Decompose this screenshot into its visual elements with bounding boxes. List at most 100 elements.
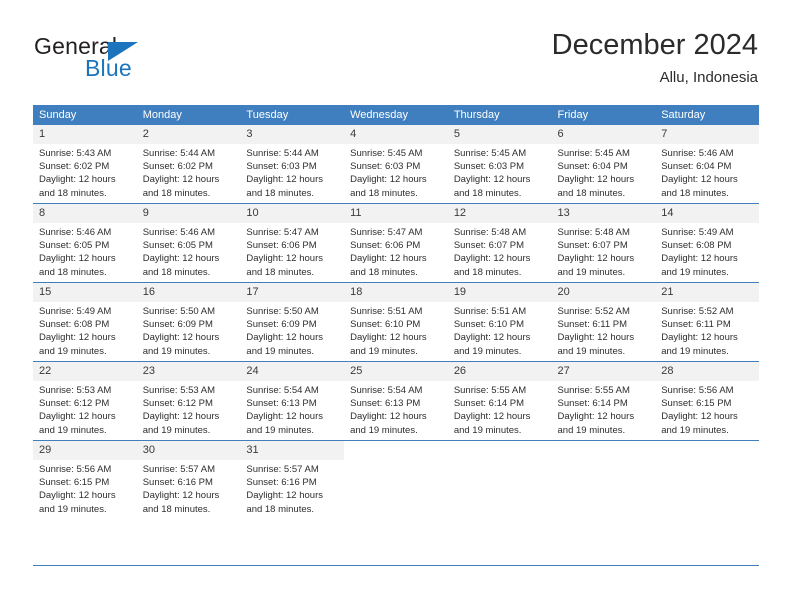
day-details: Sunrise: 5:55 AM Sunset: 6:14 PM Daylight:… bbox=[448, 381, 552, 437]
day-number: 15 bbox=[33, 283, 137, 302]
day-cell[interactable]: 1 Sunrise: 5:43 AM Sunset: 6:02 PM Daylight… bbox=[33, 125, 137, 204]
daylight-text-line1: Daylight: 12 hours bbox=[350, 174, 427, 186]
sunset-text: Sunset: 6:05 PM bbox=[142, 240, 213, 252]
calendar-body: 1 Sunrise: 5:43 AM Sunset: 6:02 PM Daylight… bbox=[33, 125, 759, 519]
sunrise-text: Sunrise: 5:51 AM bbox=[350, 306, 423, 317]
daylight-text-line1: Daylight: 12 hours bbox=[39, 411, 116, 423]
sunset-text: Sunset: 6:08 PM bbox=[661, 240, 732, 252]
day-cell[interactable]: 25 Sunrise: 5:54 AM Sunset: 6:13 PM Dayligh… bbox=[344, 361, 448, 441]
daylight-text-line1: Daylight: 12 hours bbox=[350, 253, 427, 265]
day-cell-content: 18 Sunrise: 5:51 AM Sunset: 6:10 PM Dayligh… bbox=[344, 283, 448, 361]
sunrise-text: Sunrise: 5:46 AM bbox=[39, 227, 112, 238]
day-cell[interactable]: 7 Sunrise: 5:46 AM Sunset: 6:04 PM Daylight… bbox=[655, 125, 759, 204]
day-details: Sunrise: 5:46 AM Sunset: 6:04 PM Daylight:… bbox=[655, 144, 759, 200]
day-cell[interactable]: 4 Sunrise: 5:45 AM Sunset: 6:03 PM Daylight… bbox=[344, 125, 448, 204]
day-cell-content: 3 Sunrise: 5:44 AM Sunset: 6:03 PM Daylight… bbox=[240, 125, 345, 203]
day-cell-content: 10 Sunrise: 5:47 AM Sunset: 6:06 PM Dayligh… bbox=[240, 204, 345, 282]
day-cell[interactable]: 2 Sunrise: 5:44 AM Sunset: 6:02 PM Daylight… bbox=[136, 125, 241, 204]
sunset-text: Sunset: 6:11 PM bbox=[557, 319, 628, 331]
day-cell[interactable]: 31 Sunrise: 5:57 AM Sunset: 6:16 PM Dayligh… bbox=[240, 440, 345, 519]
day-cell[interactable]: 30 Sunrise: 5:57 AM Sunset: 6:16 PM Dayligh… bbox=[136, 440, 241, 519]
general-blue-logo[interactable]: General Blue bbox=[34, 33, 254, 89]
day-cell[interactable]: 24 Sunrise: 5:54 AM Sunset: 6:13 PM Dayligh… bbox=[240, 361, 345, 441]
day-number: 24 bbox=[240, 362, 345, 381]
day-cell[interactable]: 17 Sunrise: 5:50 AM Sunset: 6:09 PM Dayligh… bbox=[240, 282, 345, 362]
day-number: 16 bbox=[136, 283, 241, 302]
sunset-text: Sunset: 6:07 PM bbox=[557, 240, 628, 252]
day-cell[interactable]: 6 Sunrise: 5:45 AM Sunset: 6:04 PM Daylight… bbox=[551, 125, 656, 204]
day-cell-content: 5 Sunrise: 5:45 AM Sunset: 6:03 PM Daylight… bbox=[447, 125, 552, 203]
day-details: Sunrise: 5:47 AM Sunset: 6:06 PM Daylight:… bbox=[240, 223, 344, 279]
daylight-text-line2: and 19 minutes. bbox=[453, 424, 522, 436]
day-cell-content: 14 Sunrise: 5:49 AM Sunset: 6:08 PM Dayligh… bbox=[655, 204, 759, 282]
day-cell[interactable]: 21 Sunrise: 5:52 AM Sunset: 6:11 PM Dayligh… bbox=[655, 282, 759, 362]
day-number: 13 bbox=[551, 204, 656, 223]
day-cell[interactable]: 8 Sunrise: 5:46 AM Sunset: 6:05 PM Daylight… bbox=[33, 203, 137, 283]
day-cell[interactable]: 15 Sunrise: 5:49 AM Sunset: 6:08 PM Dayligh… bbox=[33, 282, 137, 362]
day-cell[interactable]: 22 Sunrise: 5:53 AM Sunset: 6:12 PM Dayligh… bbox=[33, 361, 137, 441]
calendar-table: Sunday Monday Tuesday Wednesday Thursday… bbox=[33, 105, 759, 519]
daylight-text-line1: Daylight: 12 hours bbox=[39, 253, 116, 265]
day-cell-content: 24 Sunrise: 5:54 AM Sunset: 6:13 PM Dayligh… bbox=[240, 362, 345, 440]
daylight-text-line2: and 18 minutes. bbox=[246, 266, 315, 278]
day-cell[interactable]: 28 Sunrise: 5:56 AM Sunset: 6:15 PM Dayligh… bbox=[655, 361, 759, 441]
sunrise-text: Sunrise: 5:53 AM bbox=[142, 385, 216, 396]
day-number: 4 bbox=[344, 125, 448, 144]
day-cell-content: 2 Sunrise: 5:44 AM Sunset: 6:02 PM Daylight… bbox=[136, 125, 241, 203]
day-cell[interactable]: 19 Sunrise: 5:51 AM Sunset: 6:10 PM Dayligh… bbox=[447, 282, 552, 362]
day-cell[interactable]: 11 Sunrise: 5:47 AM Sunset: 6:06 PM Dayligh… bbox=[344, 203, 448, 283]
sunrise-text: Sunrise: 5:44 AM bbox=[142, 148, 216, 159]
sunset-text: Sunset: 6:13 PM bbox=[246, 398, 317, 410]
day-details: Sunrise: 5:43 AM Sunset: 6:02 PM Daylight:… bbox=[33, 144, 137, 200]
day-cell[interactable]: 12 Sunrise: 5:48 AM Sunset: 6:07 PM Dayligh… bbox=[447, 203, 552, 283]
day-details: Sunrise: 5:48 AM Sunset: 6:07 PM Daylight:… bbox=[552, 223, 656, 279]
day-details: Sunrise: 5:44 AM Sunset: 6:03 PM Daylight:… bbox=[240, 144, 344, 200]
day-cell bbox=[655, 440, 759, 519]
day-number: 8 bbox=[33, 204, 137, 223]
sunset-text: Sunset: 6:03 PM bbox=[246, 161, 317, 173]
day-cell[interactable]: 10 Sunrise: 5:47 AM Sunset: 6:06 PM Dayligh… bbox=[240, 203, 345, 283]
day-cell[interactable]: 26 Sunrise: 5:55 AM Sunset: 6:14 PM Dayligh… bbox=[447, 361, 552, 441]
day-cell[interactable]: 20 Sunrise: 5:52 AM Sunset: 6:11 PM Dayligh… bbox=[551, 282, 656, 362]
sunset-text: Sunset: 6:07 PM bbox=[453, 240, 525, 252]
sunset-text: Sunset: 6:14 PM bbox=[557, 398, 628, 410]
day-cell[interactable]: 5 Sunrise: 5:45 AM Sunset: 6:03 PM Daylight… bbox=[447, 125, 552, 204]
daylight-text-line1: Daylight: 12 hours bbox=[246, 411, 323, 423]
day-cell-content: 21 Sunrise: 5:52 AM Sunset: 6:11 PM Dayligh… bbox=[655, 283, 759, 361]
day-cell[interactable]: 18 Sunrise: 5:51 AM Sunset: 6:10 PM Dayligh… bbox=[344, 282, 448, 362]
day-cell-content: 28 Sunrise: 5:56 AM Sunset: 6:15 PM Dayligh… bbox=[655, 362, 759, 440]
day-number: 7 bbox=[655, 125, 759, 144]
sunrise-text: Sunrise: 5:47 AM bbox=[350, 227, 423, 238]
day-details: Sunrise: 5:53 AM Sunset: 6:12 PM Daylight:… bbox=[33, 381, 137, 437]
daylight-text-line1: Daylight: 12 hours bbox=[39, 174, 116, 186]
daylight-text-line1: Daylight: 12 hours bbox=[350, 411, 427, 423]
day-cell[interactable]: 9 Sunrise: 5:46 AM Sunset: 6:05 PM Daylight… bbox=[136, 203, 241, 283]
daylight-text-line1: Daylight: 12 hours bbox=[142, 490, 220, 502]
day-cell[interactable]: 13 Sunrise: 5:48 AM Sunset: 6:07 PM Dayligh… bbox=[551, 203, 656, 283]
day-cell[interactable]: 27 Sunrise: 5:55 AM Sunset: 6:14 PM Dayligh… bbox=[551, 361, 656, 441]
day-number: 1 bbox=[33, 125, 137, 144]
day-details: Sunrise: 5:45 AM Sunset: 6:03 PM Daylight:… bbox=[344, 144, 448, 200]
daylight-text-line2: and 18 minutes. bbox=[142, 266, 211, 278]
day-cell-content: 25 Sunrise: 5:54 AM Sunset: 6:13 PM Dayligh… bbox=[344, 362, 448, 440]
day-cell-content: 29 Sunrise: 5:56 AM Sunset: 6:15 PM Dayligh… bbox=[33, 441, 137, 519]
day-number bbox=[552, 441, 656, 460]
day-number: 19 bbox=[447, 283, 552, 302]
day-cell[interactable]: 16 Sunrise: 5:50 AM Sunset: 6:09 PM Dayligh… bbox=[136, 282, 241, 362]
sunset-text: Sunset: 6:11 PM bbox=[661, 319, 731, 331]
day-cell[interactable]: 3 Sunrise: 5:44 AM Sunset: 6:03 PM Daylight… bbox=[240, 125, 345, 204]
day-number: 9 bbox=[136, 204, 241, 223]
sunset-text: Sunset: 6:12 PM bbox=[39, 398, 110, 410]
day-number: 18 bbox=[344, 283, 448, 302]
day-cell[interactable]: 23 Sunrise: 5:53 AM Sunset: 6:12 PM Dayligh… bbox=[136, 361, 241, 441]
day-cell-empty bbox=[552, 441, 656, 519]
daylight-text-line1: Daylight: 12 hours bbox=[142, 174, 220, 186]
day-cell[interactable]: 29 Sunrise: 5:56 AM Sunset: 6:15 PM Dayligh… bbox=[33, 440, 137, 519]
sunrise-text: Sunrise: 5:46 AM bbox=[142, 227, 216, 238]
calendar-header-row: Sunday Monday Tuesday Wednesday Thursday… bbox=[33, 105, 759, 125]
daylight-text-line1: Daylight: 12 hours bbox=[453, 332, 531, 344]
daylight-text-line2: and 19 minutes. bbox=[557, 424, 626, 436]
daylight-text-line1: Daylight: 12 hours bbox=[39, 490, 116, 502]
day-cell[interactable]: 14 Sunrise: 5:49 AM Sunset: 6:08 PM Dayligh… bbox=[655, 203, 759, 283]
daylight-text-line1: Daylight: 12 hours bbox=[246, 253, 323, 265]
